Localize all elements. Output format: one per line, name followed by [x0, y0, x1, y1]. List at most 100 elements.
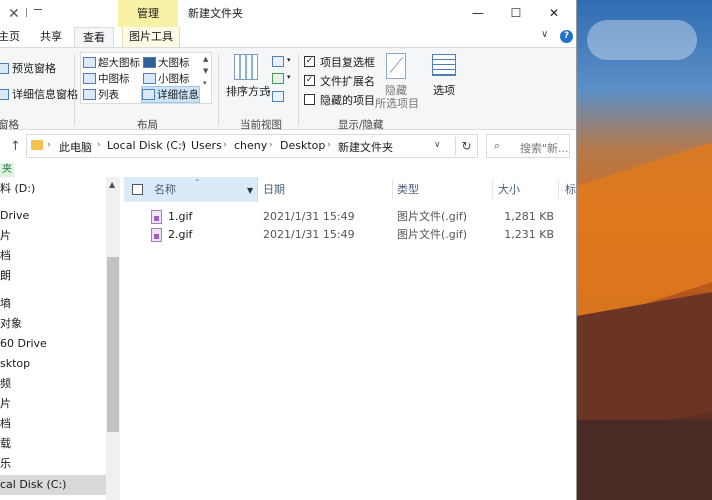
nav-item-label: 朗: [0, 269, 11, 282]
nav-item[interactable]: 乐: [0, 454, 106, 474]
breadcrumb-chevron-icon[interactable]: ›: [181, 140, 185, 150]
nav-item-label: Drive: [0, 209, 30, 222]
layout-details[interactable]: 详细信息: [141, 86, 200, 103]
hidden-items-label: 隐藏的项目: [320, 94, 375, 107]
help-icon[interactable]: ?: [560, 30, 573, 43]
context-tab-manage[interactable]: 管理: [118, 0, 178, 27]
breadcrumb-cheny[interactable]: cheny: [234, 139, 267, 152]
file-extensions-checkbox[interactable]: ✓: [304, 75, 315, 86]
breadcrumb-this-pc[interactable]: 此电脑: [59, 139, 92, 155]
item-checkboxes-checkbox[interactable]: ✓: [304, 56, 315, 67]
file-size: 1,231 KB: [504, 228, 554, 241]
sort-dropdown-icon[interactable]: ▾: [267, 88, 271, 96]
sort-by-button[interactable]: 排序方式: [226, 83, 270, 99]
search-placeholder: 搜索"新...: [520, 142, 569, 155]
nav-item[interactable]: sktop: [0, 354, 106, 374]
nav-item-label: 片: [0, 229, 11, 242]
sort-by-icon[interactable]: [234, 54, 258, 80]
nav-item[interactable]: 料 (D:)∧: [0, 179, 106, 199]
nav-scrollbar[interactable]: ▲: [106, 177, 120, 500]
preview-pane-button[interactable]: 预览窗格: [0, 60, 56, 76]
column-header-size[interactable]: 大小: [498, 177, 520, 202]
breadcrumb-local-disk[interactable]: Local Disk (C:): [107, 139, 186, 152]
maximize-button[interactable]: ☐: [498, 0, 534, 27]
layout-extra-large-icons[interactable]: 超大图标: [83, 55, 140, 70]
layout-small-icons[interactable]: 小图标: [143, 71, 190, 86]
file-row[interactable]: 1.gif 2021/1/31 15:49 图片文件(.gif) 1,281 K…: [124, 207, 574, 227]
tab-home[interactable]: 主页: [0, 27, 24, 47]
tab-picture-tools[interactable]: 图片工具: [122, 27, 180, 47]
breadcrumb-new-folder[interactable]: 新建文件夹: [338, 139, 393, 155]
nav-item[interactable]: 档: [0, 246, 106, 266]
nav-item[interactable]: 片: [0, 394, 106, 414]
address-history-dropdown-icon[interactable]: ∨: [434, 140, 441, 150]
breadcrumb-chevron-icon[interactable]: ›: [327, 140, 331, 150]
file-date: 2021/1/31 15:49: [263, 210, 355, 223]
nav-item[interactable]: 60 Drive: [0, 334, 106, 354]
nav-item-local-disk[interactable]: cal Disk (C:): [0, 475, 106, 495]
options-button[interactable]: 选项: [433, 82, 455, 98]
column-separator[interactable]: [492, 179, 493, 199]
column-header-tags[interactable]: 标: [565, 177, 576, 202]
details-pane-icon: [0, 88, 9, 100]
folder-strip-label: 夹: [0, 163, 14, 177]
nav-item[interactable]: 档: [0, 414, 106, 434]
hidden-items-checkbox[interactable]: [304, 94, 315, 105]
column-separator[interactable]: [558, 179, 559, 199]
search-input[interactable]: ⌕ 搜索"新...: [486, 134, 570, 158]
breadcrumb-users[interactable]: Users: [191, 139, 222, 152]
scroll-up-icon[interactable]: ▲: [109, 180, 115, 189]
explorer-window: ✕ | 管理 新建文件夹 — ☐ ✕ 主页 共享 查看 图片工具 ∨ ? 预览窗…: [0, 0, 577, 500]
file-name: 1.gif: [168, 210, 193, 223]
refresh-icon[interactable]: ↻: [455, 137, 477, 155]
nav-item[interactable]: 频: [0, 374, 106, 394]
add-columns-dropdown-icon[interactable]: ▾: [287, 73, 291, 81]
size-columns-icon[interactable]: [272, 91, 284, 102]
ribbon-view: 预览窗格 详细信息窗格 窗格 超大图标 大图标 中图标 小图标 列表 详细信息 …: [0, 47, 576, 131]
breadcrumb-chevron-icon[interactable]: ›: [97, 140, 101, 150]
close-button[interactable]: ✕: [536, 0, 572, 27]
nav-item[interactable]: 对象: [0, 314, 106, 334]
layout-label: 列表: [98, 89, 119, 101]
tab-share[interactable]: 共享: [34, 27, 68, 47]
group-by-dropdown-icon[interactable]: ▾: [287, 56, 291, 64]
preview-pane-label: 预览窗格: [12, 62, 56, 75]
breadcrumb-desktop[interactable]: Desktop: [280, 139, 325, 152]
column-filter-icon[interactable]: ▼: [247, 178, 253, 203]
layout-medium-icons[interactable]: 中图标: [83, 71, 130, 86]
collapse-ribbon-icon[interactable]: ∨: [541, 29, 548, 40]
layout-scroll[interactable]: ▲ ▼ ▾: [203, 53, 211, 89]
details-pane-button[interactable]: 详细信息窗格: [0, 86, 78, 102]
quick-access-dropdown-icon[interactable]: [34, 9, 42, 11]
scroll-thumb[interactable]: [107, 257, 119, 432]
layout-list[interactable]: 列表: [83, 87, 119, 102]
nav-item[interactable]: Drive: [0, 206, 106, 226]
add-columns-icon[interactable]: [272, 73, 284, 84]
layout-scroll-down-icon[interactable]: ▼: [203, 65, 211, 77]
column-separator[interactable]: [392, 179, 393, 199]
layout-large-icons[interactable]: 大图标: [143, 55, 190, 70]
nav-item[interactable]: 片: [0, 226, 106, 246]
breadcrumb-chevron-icon[interactable]: ›: [223, 140, 227, 150]
breadcrumb-chevron-icon[interactable]: ›: [47, 140, 51, 150]
up-arrow-icon[interactable]: ↑: [10, 139, 21, 154]
layout-more-icon[interactable]: ▾: [203, 77, 211, 89]
file-row[interactable]: 2.gif 2021/1/31 15:49 图片文件(.gif) 1,231 K…: [124, 225, 574, 245]
nav-item[interactable]: 载: [0, 434, 106, 454]
breadcrumb-chevron-icon[interactable]: ›: [269, 140, 273, 150]
layout-scroll-up-icon[interactable]: ▲: [203, 53, 211, 65]
column-header-date[interactable]: 日期: [263, 177, 285, 202]
address-bar[interactable]: › 此电脑 › Local Disk (C:) › Users › cheny …: [26, 134, 478, 158]
minimize-button[interactable]: —: [460, 0, 496, 27]
nav-item[interactable]: 朗: [0, 266, 106, 286]
tab-view[interactable]: 查看: [74, 27, 114, 47]
quick-access-close-icon[interactable]: ✕: [8, 6, 20, 22]
column-header-type[interactable]: 类型: [397, 177, 419, 202]
group-by-icon[interactable]: [272, 56, 284, 67]
select-all-checkbox[interactable]: [132, 184, 143, 195]
options-icon[interactable]: [432, 54, 456, 76]
list-icon: [83, 89, 96, 100]
column-header-name[interactable]: ⌃ 名称 ▼: [124, 177, 258, 202]
quick-access-separator: |: [25, 8, 29, 18]
nav-item[interactable]: 墒: [0, 294, 106, 314]
